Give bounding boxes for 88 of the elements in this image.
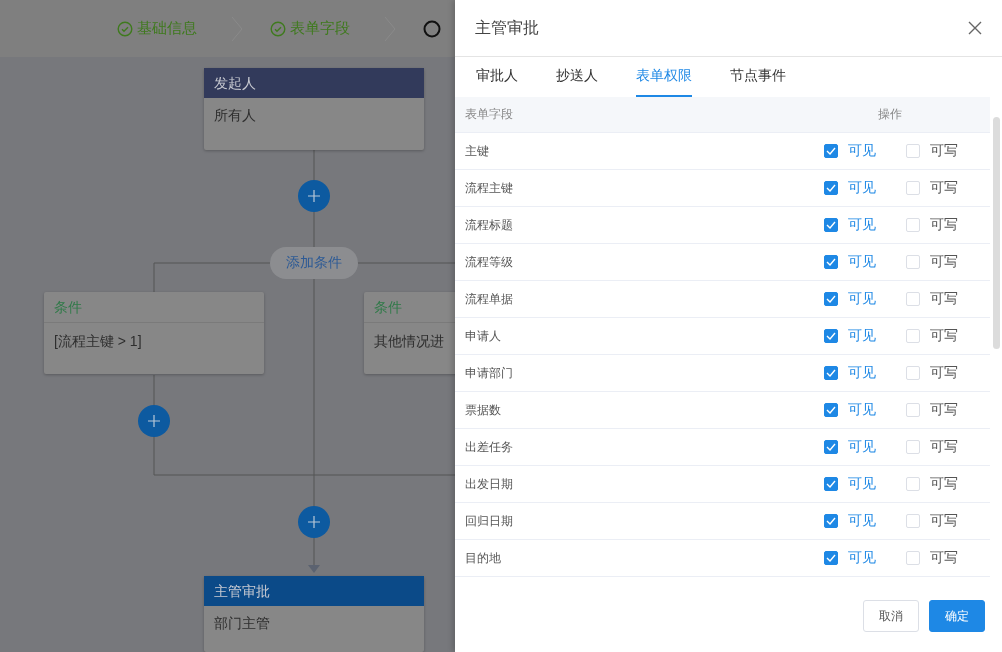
add-node-button[interactable] [298,180,330,212]
table-cell: 流程标题 [465,216,513,234]
table-cell: 主键 [465,142,489,160]
check-icon [826,184,836,192]
check-icon [826,554,836,562]
check-icon [826,443,836,451]
arrow-head-icon [308,565,320,573]
checkbox[interactable] [824,218,838,232]
checkbox-label[interactable]: 可见 [848,438,876,456]
checkbox-label[interactable]: 可见 [848,364,876,382]
table-cell: 流程单据 [465,290,513,308]
node-title: 发起人 [204,68,424,98]
checkbox[interactable] [824,181,838,195]
add-node-button[interactable] [298,506,330,538]
table-cell: 目的地 [465,549,501,567]
column-header: 操作 [878,106,902,123]
checkbox-label[interactable]: 可见 [848,401,876,419]
node-card[interactable]: 主管审批 部门主管 [204,576,424,652]
check-icon [826,480,836,488]
condition-title: 条件 [44,292,264,323]
checkbox[interactable] [824,255,838,269]
checkbox-label[interactable]: 可写 [930,549,958,567]
node-content: 部门主管 [214,615,270,631]
close-button[interactable] [968,21,982,35]
checkbox[interactable] [824,477,838,491]
checkbox[interactable] [824,440,838,454]
checkbox-label[interactable]: 可见 [848,549,876,567]
checkbox[interactable] [824,514,838,528]
close-icon [968,21,982,35]
checkbox-label[interactable]: 可见 [848,216,876,234]
check-icon [826,517,836,525]
tab[interactable]: 抄送人 [556,57,598,97]
checkbox[interactable] [824,366,838,380]
checkbox[interactable] [824,292,838,306]
table-cell: 票据数 [465,401,501,419]
check-icon [826,332,836,340]
table-cell: 申请部门 [465,364,513,382]
checkbox[interactable] [824,403,838,417]
cancel-button[interactable]: 取消 [863,600,919,632]
node-card[interactable]: 发起人 所有人 [204,68,424,150]
tab[interactable]: 审批人 [476,57,518,97]
node-content: 所有人 [214,107,256,123]
checkbox-label[interactable]: 可见 [848,142,876,160]
check-icon [826,369,836,377]
scrollbar[interactable] [993,117,1000,349]
add-node-button[interactable] [138,405,170,437]
checkbox-label[interactable]: 可见 [848,475,876,493]
checkbox-label[interactable]: 可见 [848,512,876,530]
check-icon [826,258,836,266]
checkbox-label[interactable]: 可写 [930,438,958,456]
check-icon [826,406,836,414]
drawer-title: 主管审批 [475,17,539,38]
checkbox-label[interactable]: 可写 [930,327,958,345]
table-cell: 流程等级 [465,253,513,271]
checkbox-label[interactable]: 可写 [930,290,958,308]
table-cell: 流程主键 [465,179,513,197]
checkbox-label[interactable]: 可见 [848,253,876,271]
checkbox-label[interactable]: 可写 [930,216,958,234]
checkbox-label[interactable]: 可写 [930,142,958,160]
table-cell: 出发日期 [465,475,513,493]
checkbox-label[interactable]: 可见 [848,179,876,197]
plus-icon [148,415,160,427]
confirm-button[interactable]: 确定 [929,600,985,632]
checkbox-label[interactable]: 可写 [930,179,958,197]
check-icon [826,221,836,229]
checkbox-label[interactable]: 可写 [930,512,958,530]
checkbox-label[interactable]: 可写 [930,364,958,382]
table-cell: 申请人 [465,327,501,345]
checkbox-label[interactable]: 可写 [930,475,958,493]
node-content: [流程主键 > 1] [54,333,142,349]
checkbox[interactable] [824,144,838,158]
check-icon [826,147,836,155]
checkbox-label[interactable]: 可见 [848,327,876,345]
checkbox-label[interactable]: 可见 [848,290,876,308]
table-cell: 出差任务 [465,438,513,456]
checkbox-label[interactable]: 可写 [930,253,958,271]
node-title: 主管审批 [204,576,424,606]
column-header: 表单字段 [465,106,513,123]
checkbox-label[interactable]: 可写 [930,401,958,419]
table-cell: 回归日期 [465,512,513,530]
checkbox[interactable] [824,551,838,565]
node-card[interactable]: 条件 [流程主键 > 1] [44,292,264,374]
checkbox[interactable] [824,329,838,343]
tab[interactable]: 节点事件 [730,57,786,97]
node-content: 其他情况进 [374,333,444,349]
check-icon [826,295,836,303]
plus-icon [308,516,320,528]
plus-icon [308,190,320,202]
